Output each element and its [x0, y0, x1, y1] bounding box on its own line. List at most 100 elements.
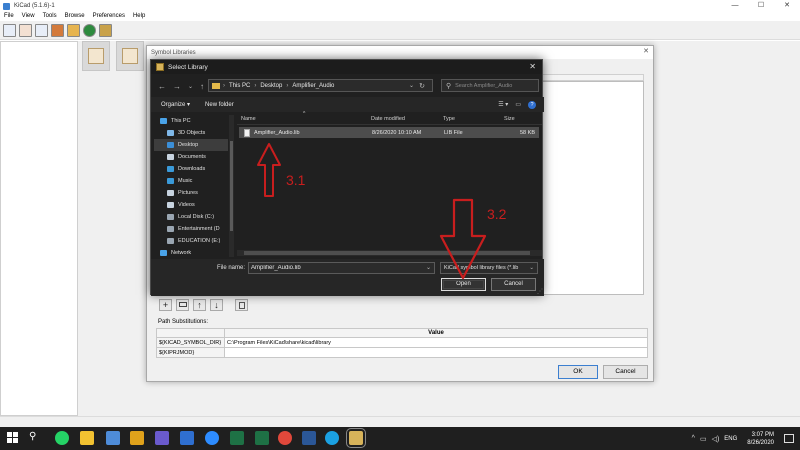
trash-icon[interactable] [235, 299, 248, 311]
file-type-select[interactable]: KiCad symbol library files (*.lib ⌄ [440, 262, 538, 274]
arrow-up-icon[interactable]: ↑ [193, 299, 206, 311]
menu-view[interactable]: View [18, 12, 39, 21]
chevron-down-icon[interactable]: ⌄ [188, 83, 193, 90]
new-folder-button[interactable]: New folder [205, 102, 234, 108]
address-bar[interactable]: › This PC › Desktop › Amplifier_Audio ⌄ … [208, 79, 433, 92]
chevron-down-icon[interactable]: ⌄ [426, 264, 431, 271]
view-menu-icon[interactable]: ☰ ▾ [498, 101, 508, 108]
new-project-icon[interactable] [3, 23, 16, 37]
folder-icon[interactable] [176, 299, 189, 311]
add-icon[interactable]: + [159, 299, 172, 311]
forward-arrow-icon[interactable]: → [173, 82, 181, 91]
kicad-taskbar-icon[interactable] [346, 428, 366, 448]
path-value[interactable]: C:\Program Files\KiCad\share\kicad\libra… [224, 337, 648, 348]
chevron-down-icon[interactable]: ⌄ [529, 263, 534, 273]
paint-icon[interactable] [106, 431, 120, 445]
edge-icon[interactable] [325, 431, 339, 445]
nav-documents[interactable]: Documents [154, 151, 228, 163]
refresh-icon[interactable] [83, 23, 96, 37]
breadcrumb-amplifier-audio[interactable]: Amplifier_Audio [292, 83, 334, 89]
nav-local-disk[interactable]: Local Disk (C:) [154, 211, 228, 223]
back-arrow-icon[interactable]: ← [158, 82, 166, 91]
ok-button[interactable]: OK [558, 365, 598, 379]
menu-file[interactable]: File [0, 12, 18, 21]
horizontal-scrollbar[interactable] [237, 250, 542, 256]
nav-videos[interactable]: Videos [154, 199, 228, 211]
file-name-field[interactable]: ⌄ [248, 262, 435, 274]
table-row[interactable]: ${KICAD_SYMBOL_DIR} C:\Program Files\KiC… [156, 337, 648, 348]
nav-entertainment[interactable]: Entertainment (D [154, 223, 228, 235]
nav-network[interactable]: Network [154, 247, 228, 257]
menu-help[interactable]: Help [129, 12, 149, 21]
file-row[interactable]: Amplifier_Audio.lib 8/26/2020 10:10 AM L… [239, 127, 539, 138]
open-project-icon[interactable] [35, 23, 48, 37]
help-icon[interactable]: ? [528, 100, 536, 109]
file-explorer-icon[interactable] [80, 431, 94, 445]
nav-3d-objects[interactable]: 3D Objects [154, 127, 228, 139]
schematic-editor-tile[interactable] [82, 41, 110, 71]
organize-button[interactable]: Organize ▾ [161, 101, 190, 108]
zoom-icon[interactable] [205, 431, 219, 445]
word-icon[interactable] [302, 431, 316, 445]
nav-this-pc[interactable]: This PC [154, 115, 228, 127]
close-icon[interactable]: ✕ [529, 62, 536, 71]
network-icon[interactable]: ▭ [700, 435, 707, 443]
nav-desktop[interactable]: Desktop [154, 139, 228, 151]
open-button[interactable]: Open [441, 278, 486, 291]
refresh-icon[interactable]: ↻ [419, 82, 425, 90]
new-from-template-icon[interactable] [19, 23, 32, 37]
nav-education[interactable]: EDUCATION (E:) [154, 235, 228, 247]
scroll-thumb[interactable] [230, 141, 233, 231]
up-arrow-icon[interactable]: ↑ [200, 82, 204, 91]
column-type[interactable]: Type [443, 116, 455, 122]
resize-grip-icon[interactable]: ⋰ [537, 288, 543, 295]
nav-music[interactable]: Music [154, 175, 228, 187]
column-date[interactable]: Date modified [371, 116, 405, 122]
scroll-thumb[interactable] [244, 251, 530, 255]
menu-browse[interactable]: Browse [61, 12, 89, 21]
nav-downloads[interactable]: Downloads [154, 163, 228, 175]
table-row[interactable]: ${KIPRJMOD} [156, 347, 648, 358]
arrow-down-icon[interactable]: ↓ [210, 299, 223, 311]
nav-scrollbar[interactable] [229, 115, 234, 257]
volume-icon[interactable]: ◁) [712, 435, 720, 443]
clock[interactable]: 3:07 PM 8/26/2020 [747, 431, 774, 447]
archive-project-icon[interactable] [67, 23, 80, 37]
chrome-icon[interactable] [278, 431, 292, 445]
save-project-icon[interactable] [51, 23, 64, 37]
maximize-icon[interactable]: ☐ [748, 0, 774, 12]
preview-pane-icon[interactable]: ▭ [515, 101, 521, 108]
file-name-input[interactable] [249, 263, 424, 273]
notification-icon[interactable] [784, 434, 794, 443]
app-m-icon[interactable] [130, 431, 144, 445]
whatsapp-icon[interactable] [55, 431, 69, 445]
menu-tools[interactable]: Tools [39, 12, 61, 21]
nav-pictures[interactable]: Pictures [154, 187, 228, 199]
open-folder-icon[interactable] [99, 23, 112, 37]
excel-icon[interactable] [230, 431, 244, 445]
column-name[interactable]: Name [241, 116, 256, 122]
breadcrumb-this-pc[interactable]: This PC [229, 83, 250, 89]
column-size[interactable]: Size [504, 116, 515, 122]
close-icon[interactable]: ✕ [643, 47, 649, 55]
path-value[interactable] [224, 347, 648, 358]
chevron-down-icon[interactable]: ⌄ [409, 82, 414, 89]
cancel-button[interactable]: Cancel [491, 278, 536, 291]
app-dots-icon[interactable] [155, 431, 169, 445]
language-indicator[interactable]: ENG [724, 436, 737, 442]
search-input[interactable] [455, 82, 536, 89]
cancel-button[interactable]: Cancel [603, 365, 648, 379]
project-tree-panel[interactable] [0, 41, 78, 416]
search-box[interactable]: ⚲ [441, 79, 539, 92]
chevron-up-icon[interactable]: ^ [692, 435, 695, 442]
breadcrumb-desktop[interactable]: Desktop [260, 83, 282, 89]
menu-preferences[interactable]: Preferences [89, 12, 129, 21]
minimize-icon[interactable]: — [722, 0, 748, 12]
search-icon[interactable]: ⚲ [29, 431, 36, 442]
close-icon[interactable]: ✕ [774, 0, 800, 12]
symbol-editor-tile[interactable] [116, 41, 144, 71]
app-blue-dots-icon[interactable] [180, 431, 194, 445]
windows-taskbar: ⚲ ^ ▭ ◁) ENG 3:07 PM 8/26/2020 [0, 427, 800, 450]
windows-start-icon[interactable] [7, 432, 19, 444]
sheets-icon[interactable] [255, 431, 269, 445]
